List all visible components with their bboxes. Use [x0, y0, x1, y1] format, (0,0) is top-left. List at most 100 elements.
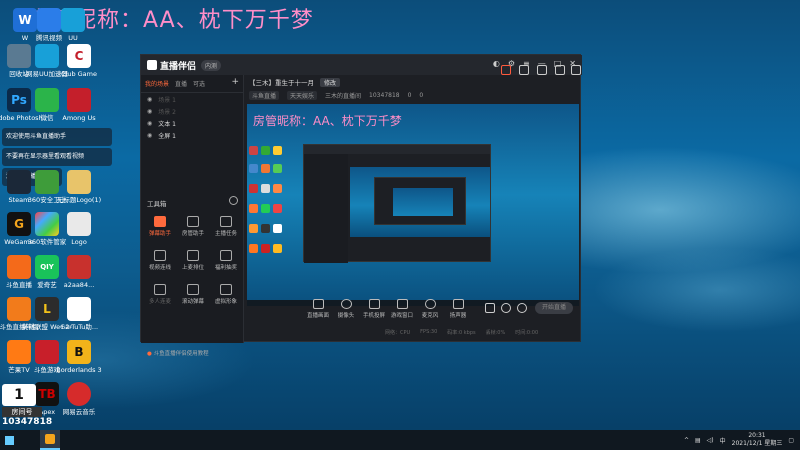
- scene-item[interactable]: ◉ 全屏 1: [141, 129, 243, 141]
- logo-file-icon: [67, 212, 91, 236]
- speaker-icon: [452, 299, 464, 309]
- download-icon: [154, 284, 166, 295]
- ime-icon[interactable]: 中: [720, 436, 726, 445]
- app-titlebar: 直播伴侣 内测 ◐ ⚙ ≡ — □ ✕: [141, 55, 582, 75]
- phone-icon: [368, 299, 380, 309]
- status-bar: 网络：CPU FPS:30 码率:0 kbps 丢帧:0% 时间:0:00: [385, 329, 539, 336]
- mini-desktop-icon: [273, 204, 282, 213]
- scene-item[interactable]: ◉ 场景 1: [141, 93, 243, 105]
- task-icon: [220, 216, 232, 227]
- tutorial-link[interactable]: ● 斗鱼直播伴侣使用教程: [147, 349, 209, 357]
- tutu-icon: [67, 297, 91, 321]
- tools-heading: 工具箱: [147, 200, 167, 208]
- mic-control[interactable]: 麦克风: [417, 299, 443, 319]
- more-icon[interactable]: [571, 65, 581, 75]
- speaker-control[interactable]: 扬声器: [445, 299, 471, 319]
- danmu-icon: [154, 216, 166, 227]
- preview-overlay-title: 房管昵称：AA、枕下万千梦: [253, 114, 402, 128]
- mini-desktop-icon: [261, 224, 270, 233]
- nested-preview: [350, 167, 490, 237]
- live-title: 【三木】重生于十一月: [249, 79, 314, 87]
- notification-center-icon[interactable]: ▢: [788, 437, 794, 444]
- lock-icon[interactable]: [519, 65, 529, 75]
- monitor-icon: [312, 299, 324, 309]
- info-icon: ●: [147, 351, 152, 357]
- eye-icon[interactable]: ◉: [147, 132, 152, 139]
- tool-tasks[interactable]: 主播任务: [209, 216, 243, 237]
- room-number-overlay: 1 房间号 10347818: [2, 384, 60, 427]
- volume-icon[interactable]: ◁): [707, 437, 714, 444]
- start-live-button[interactable]: 开始直播: [535, 302, 573, 314]
- scene-item[interactable]: ◉ 场景 2: [141, 105, 243, 117]
- clock[interactable]: 20:31 2021/12/1 星期三: [732, 432, 783, 448]
- source-screen[interactable]: 直播画面: [305, 299, 331, 319]
- chevron-up-icon[interactable]: ^: [684, 437, 689, 444]
- desk-icon-logo[interactable]: Logo: [54, 212, 104, 246]
- source-game[interactable]: 游戏窗口: [389, 299, 415, 319]
- tool-danmu[interactable]: 弹幕助手: [143, 216, 177, 237]
- tool-avatar[interactable]: 虚拟形象: [209, 284, 243, 305]
- room-number: 10347818: [2, 417, 53, 427]
- camera-icon: [340, 299, 352, 309]
- mini-desktop-icon: [273, 146, 282, 155]
- scene-tabs: 我的场景 直播 可选 +: [141, 75, 243, 93]
- start-button[interactable]: [0, 430, 18, 450]
- network-icon[interactable]: ▤: [695, 437, 701, 444]
- netease-music-icon: [67, 382, 91, 406]
- tab-live[interactable]: 直播: [175, 79, 187, 88]
- desk-icon-tutu[interactable]: +2-TuTu助...: [54, 297, 104, 331]
- app-logo: 直播伴侣: [147, 59, 196, 72]
- skin-icon[interactable]: ◐: [493, 59, 500, 68]
- mini-desktop-icon: [261, 204, 270, 213]
- edit-title-button[interactable]: 修改: [320, 77, 341, 87]
- mini-desktop-icon: [261, 164, 270, 173]
- among-us-icon: [67, 88, 91, 112]
- system-tray: ^ ▤ ◁) 中 20:31 2021/12/1 星期三 ▢: [684, 432, 794, 448]
- desk-icon-among[interactable]: Among Us: [54, 88, 104, 122]
- eye-icon[interactable]: ◉: [147, 120, 152, 127]
- folder-icon: [67, 170, 91, 194]
- tab-my-scenes[interactable]: 我的场景: [145, 79, 169, 88]
- scene-item[interactable]: ◉ 文本 1: [141, 117, 243, 129]
- club-game-icon: C: [67, 44, 91, 68]
- tool-scroll-danmu[interactable]: 滚动弹幕: [176, 284, 210, 305]
- add-scene-icon[interactable]: +: [231, 78, 239, 88]
- tools-settings-icon[interactable]: [229, 196, 238, 205]
- tool-room-admin[interactable]: 房管助手: [176, 216, 210, 237]
- desk-icon-netease[interactable]: 网易云音乐: [54, 382, 104, 416]
- desk-icon-zip[interactable]: a2aa84...: [54, 255, 104, 289]
- room-badge: 1: [2, 384, 36, 406]
- gear-icon[interactable]: [517, 303, 527, 313]
- notification-2[interactable]: 不要再在显示器里看观看视频: [2, 148, 112, 166]
- timer-icon[interactable]: [501, 303, 511, 313]
- source-controls: 直播画面 摄像头 手机投屏 游戏窗口 麦克风 扬声器 开始直播: [245, 295, 581, 321]
- notification-1[interactable]: 欢迎使用斗鱼直播助手: [2, 128, 112, 146]
- stream-preview[interactable]: 房管昵称：AA、枕下万千梦: [247, 104, 579, 306]
- desk-icon-borderlands[interactable]: B Borderlands 3: [54, 340, 104, 374]
- tool-video-link[interactable]: 视频连线: [143, 250, 177, 271]
- tool-multi-mic[interactable]: 多人连麦: [143, 284, 177, 305]
- live-meta: 斗鱼直播 天天娱乐 三木的直播间 10347818 0 0: [245, 89, 581, 101]
- source-phone[interactable]: 手机投屏: [361, 299, 387, 319]
- share-icon[interactable]: [537, 65, 547, 75]
- record-video-icon[interactable]: [485, 303, 495, 313]
- desk-icon-folder[interactable]: 无标题Logo(1): [54, 170, 104, 204]
- bell-icon[interactable]: [555, 65, 565, 75]
- eye-icon[interactable]: ◉: [147, 108, 152, 115]
- desk-icon-club[interactable]: C Club Game: [54, 44, 104, 78]
- tool-lottery[interactable]: 福利抽奖: [209, 250, 243, 271]
- eye-icon[interactable]: ◉: [147, 96, 152, 103]
- desk-icon-uu[interactable]: UU: [48, 8, 98, 42]
- nested-titlebar: [304, 145, 490, 154]
- mini-desktop-icon: [273, 164, 282, 173]
- tool-mic-queue[interactable]: 上麦排位: [176, 250, 210, 271]
- mini-desktop-icon: [249, 184, 258, 193]
- mini-desktop-icon: [273, 184, 282, 193]
- queue-icon: [187, 250, 199, 261]
- record-icon[interactable]: [501, 65, 511, 75]
- mic-icon: [424, 299, 436, 309]
- source-camera[interactable]: 摄像头: [333, 299, 359, 319]
- taskbar-app-streaming[interactable]: [40, 430, 60, 450]
- tab-optional[interactable]: 可选: [193, 79, 205, 88]
- nested-preview-window: [303, 144, 491, 263]
